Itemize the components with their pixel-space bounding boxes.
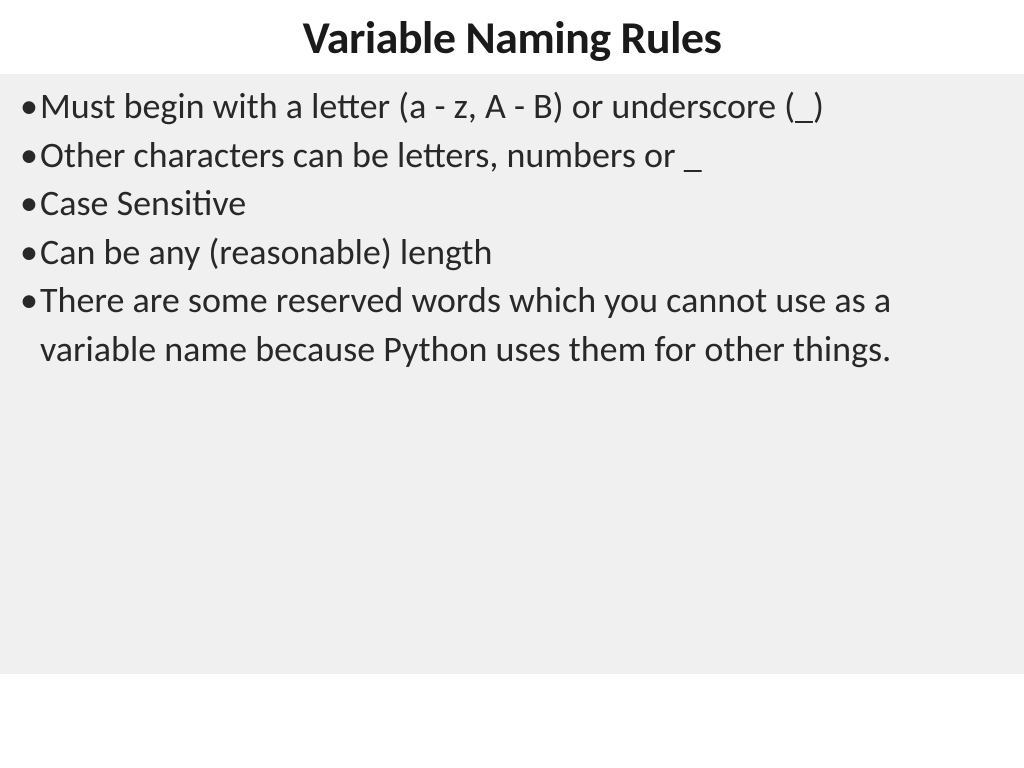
slide: Variable Naming Rules Must begin with a … [0, 0, 1024, 768]
list-item: Case Sensitive [20, 179, 1004, 228]
list-item: Other characters can be letters, numbers… [20, 131, 1004, 180]
list-item: Must begin with a letter (a - z, A - B) … [20, 82, 1004, 131]
content-area: Must begin with a letter (a - z, A - B) … [0, 74, 1024, 674]
list-item: There are some reserved words which you … [20, 276, 1004, 373]
bullet-list: Must begin with a letter (a - z, A - B) … [20, 82, 1004, 374]
slide-title: Variable Naming Rules [0, 0, 1024, 74]
list-item: Can be any (reasonable) length [20, 228, 1004, 277]
